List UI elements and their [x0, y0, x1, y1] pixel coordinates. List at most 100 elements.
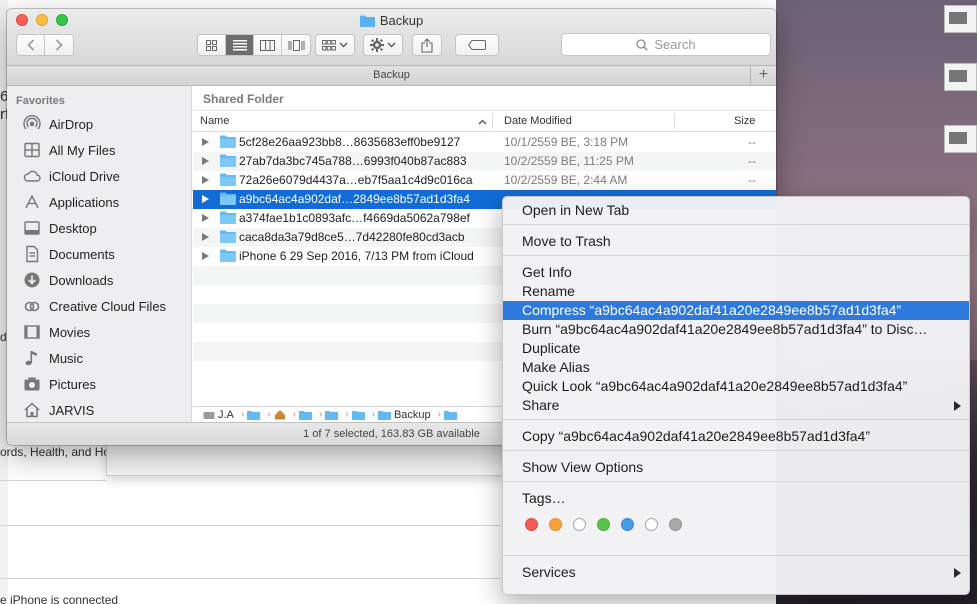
disclosure-triangle-icon[interactable]	[202, 233, 209, 241]
cloud-icon	[23, 170, 41, 182]
menu-item-show-view-options[interactable]: Show View Options	[503, 458, 969, 477]
tag-blue[interactable]	[621, 518, 634, 531]
path-item-folder[interactable]	[298, 410, 312, 420]
menu-item-open-in-new-tab[interactable]: Open in New Tab	[503, 201, 969, 220]
submenu-arrow-icon	[954, 401, 961, 411]
sidebar-item-label: iCloud Drive	[49, 168, 120, 184]
sidebar-item-icloud-drive[interactable]: iCloud Drive	[7, 163, 192, 189]
table-row[interactable]: 27ab7da3bc745a788…6993f040b87ac883 10/2/…	[193, 152, 776, 171]
icon-view-button[interactable]	[198, 35, 226, 55]
menu-item-tags[interactable]: Tags…	[503, 489, 969, 508]
column-view-button[interactable]	[254, 35, 282, 55]
music-icon	[25, 351, 37, 366]
tag-gray[interactable]	[669, 518, 682, 531]
path-item-backup[interactable]: Backup	[377, 409, 431, 421]
path-item-home[interactable]	[274, 409, 286, 420]
sidebar-item-creative-cloud-files[interactable]: Creative Cloud Files	[7, 293, 192, 319]
sidebar-item-pictures[interactable]: Pictures	[7, 371, 192, 397]
gear-icon	[370, 38, 384, 52]
toolbar: Backup Search	[7, 9, 776, 66]
disclosure-triangle-icon[interactable]	[202, 176, 209, 184]
background-divider	[0, 578, 500, 579]
menu-item-get-info[interactable]: Get Info	[503, 263, 969, 282]
file-name: iPhone 6 29 Sep 2016, 7/13 PM from iClou…	[239, 249, 474, 263]
back-button[interactable]	[17, 35, 45, 55]
menu-item-copy[interactable]: Copy “a9bc64ac4a902daf41a20e2849ee8b57ad…	[503, 427, 969, 446]
sidebar-item-applications[interactable]: Applications	[7, 189, 192, 215]
sidebar-item-music[interactable]: Music	[7, 345, 192, 371]
file-date: 10/2/2559 BE, 2:44 AM	[504, 173, 628, 187]
column-date-header[interactable]: Date Modified	[504, 115, 572, 127]
action-button[interactable]	[363, 34, 403, 56]
disclosure-triangle-icon[interactable]	[202, 252, 209, 260]
sidebar-item-documents[interactable]: Documents	[7, 241, 192, 267]
tag-red[interactable]	[525, 518, 538, 531]
column-size-header[interactable]: Size	[734, 115, 755, 127]
path-item-folder[interactable]	[351, 410, 365, 420]
file-size: --	[748, 154, 756, 168]
folder-icon	[220, 135, 236, 148]
sidebar-item-label: Documents	[49, 246, 115, 262]
sidebar-item-downloads[interactable]: Downloads	[7, 267, 192, 293]
tag-purple[interactable]	[645, 518, 658, 531]
folder-icon	[377, 410, 391, 420]
edit-tags-button[interactable]	[455, 34, 499, 56]
tag-green[interactable]	[597, 518, 610, 531]
back-forward-control	[16, 34, 74, 56]
desktop-screenshot-thumbnail[interactable]	[944, 5, 977, 33]
search-field[interactable]: Search	[561, 33, 771, 56]
cover-flow-button[interactable]	[282, 35, 310, 55]
disclosure-triangle-icon[interactable]	[202, 157, 209, 165]
sidebar-item-label: All My Files	[49, 142, 116, 158]
path-item-folder[interactable]	[325, 410, 339, 420]
menu-item-quick-look[interactable]: Quick Look “a9bc64ac4a902daf41a20e2849ee…	[503, 377, 969, 396]
column-separator[interactable]	[674, 114, 675, 129]
list-icon	[232, 39, 247, 50]
arrange-button[interactable]	[315, 34, 355, 56]
columns-icon	[260, 39, 275, 51]
menu-item-make-alias[interactable]: Make Alias	[503, 358, 969, 377]
search-placeholder: Search	[654, 37, 696, 52]
menu-item-move-to-trash[interactable]: Move to Trash	[503, 232, 969, 251]
tab-title[interactable]: Backup	[7, 66, 776, 86]
path-item-disk[interactable]: J.A	[203, 409, 234, 421]
cover-flow-icon	[288, 39, 304, 51]
sidebar-item-all-my-files[interactable]: All My Files	[7, 137, 192, 163]
share-button[interactable]	[412, 34, 442, 56]
table-row[interactable]: 5cf28e26aa923bb8…8635683eff0be9127 10/1/…	[193, 133, 776, 152]
table-row[interactable]: 72a26e6079d4437a…eb7f5aa1c4d9c016ca 10/2…	[193, 171, 776, 190]
disclosure-triangle-icon[interactable]	[202, 138, 209, 146]
forward-button[interactable]	[45, 35, 73, 55]
path-item-folder[interactable]	[444, 410, 458, 420]
desktop-screenshot-thumbnail[interactable]	[944, 125, 977, 153]
sidebar-item-jarvis[interactable]: JARVIS	[7, 397, 192, 423]
background-text: ords, Health, and Ho	[0, 445, 111, 459]
new-tab-button[interactable]: +	[750, 66, 776, 86]
folder-icon	[220, 154, 236, 167]
menu-separator	[503, 481, 969, 482]
menu-item-burn-to-disc[interactable]: Burn “a9bc64ac4a902daf41a20e2849ee8b57ad…	[503, 320, 969, 339]
list-view-button[interactable]	[226, 35, 254, 55]
disclosure-triangle-icon[interactable]	[202, 214, 209, 222]
file-name: 5cf28e26aa923bb8…8635683eff0be9127	[239, 135, 461, 149]
sidebar-item-airdrop[interactable]: AirDrop	[7, 111, 192, 137]
tag-orange[interactable]	[549, 518, 562, 531]
desktop-screenshot-thumbnail[interactable]	[944, 63, 977, 91]
tag-color-picker	[525, 518, 693, 531]
menu-item-services[interactable]: Services	[503, 563, 969, 582]
chevron-right-icon: ›	[267, 409, 271, 420]
sidebar-item-desktop[interactable]: Desktop	[7, 215, 192, 241]
file-name: caca8da3a79d8ce5…7d42280fe80cd3acb	[239, 230, 465, 244]
path-item-folder[interactable]	[247, 410, 261, 420]
disclosure-triangle-icon[interactable]	[202, 195, 209, 203]
tag-yellow[interactable]	[573, 518, 586, 531]
menu-item-compress[interactable]: Compress “a9bc64ac4a902daf41a20e2849ee8b…	[503, 301, 969, 320]
menu-item-duplicate[interactable]: Duplicate	[503, 339, 969, 358]
column-name-header[interactable]: Name	[200, 115, 229, 127]
sidebar-item-movies[interactable]: Movies	[7, 319, 192, 345]
column-separator[interactable]	[492, 114, 493, 129]
menu-item-rename[interactable]: Rename	[503, 282, 969, 301]
folder-icon	[220, 211, 236, 224]
sidebar-item-label: Downloads	[49, 272, 114, 288]
menu-item-share[interactable]: Share	[503, 396, 969, 415]
